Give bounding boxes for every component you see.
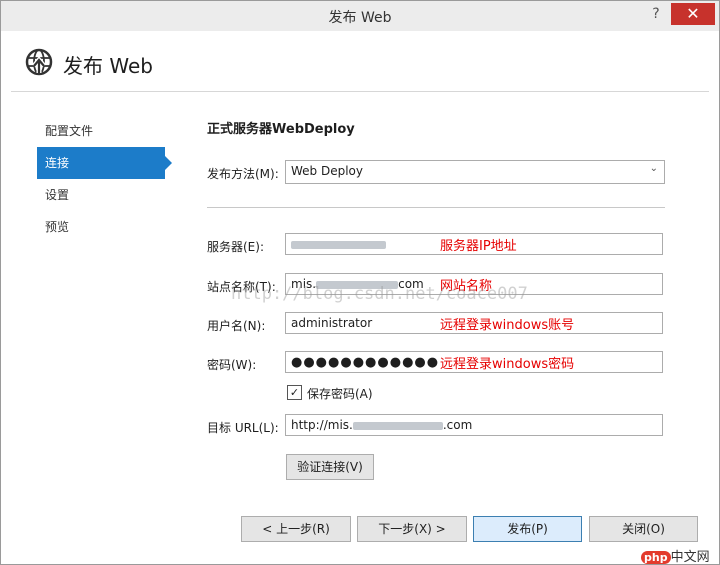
publish-button[interactable]: 发布(P) — [473, 516, 582, 542]
password-input[interactable]: ●●●●●●●●●●●● 远程登录windows密码 — [285, 351, 663, 373]
close-window-button[interactable]: ✕ — [671, 3, 715, 25]
close-button[interactable]: 关闭(O) — [589, 516, 698, 542]
publish-web-dialog: 发布 Web ? ✕ 发布 Web 配置文件 连接 设置 预览 正式服务器Web… — [0, 0, 720, 565]
server-input[interactable]: 服务器IP地址 — [285, 233, 663, 255]
target-url-label: 目标 URL(L): — [207, 421, 279, 435]
sidebar-item-connection[interactable]: 连接 — [37, 147, 172, 179]
title-bar: 发布 Web ? ✕ — [1, 1, 719, 31]
target-url-input[interactable]: http://mis. .com — [285, 414, 663, 436]
header-title: 发布 Web — [63, 54, 153, 78]
username-value: administrator — [291, 316, 373, 330]
save-password-checkbox[interactable]: ✓ — [287, 385, 302, 400]
chevron-down-icon: ⌄ — [649, 163, 658, 174]
password-value: ●●●●●●●●●●●● — [291, 355, 440, 370]
globe-publish-icon — [25, 48, 53, 76]
username-label: 用户名(N): — [207, 319, 266, 333]
redacted-target-url — [352, 421, 443, 430]
validate-connection-button[interactable]: 验证连接(V) — [286, 454, 374, 480]
target-url-suffix: .com — [442, 418, 473, 432]
sidebar-item-preview[interactable]: 预览 — [37, 211, 177, 243]
help-button[interactable]: ? — [647, 6, 665, 24]
section-title: 正式服务器WebDeploy — [207, 122, 355, 137]
watermark-text: http://blog.csdn.net/coace007 — [231, 284, 528, 304]
password-annotation: 远程登录windows密码 — [440, 357, 575, 372]
next-button[interactable]: 下一步(X) > — [357, 516, 467, 542]
redacted-server-ip — [291, 240, 386, 249]
save-password-label[interactable]: 保存密码(A) — [307, 385, 373, 402]
logo-badge: php — [641, 551, 671, 564]
password-label: 密码(W): — [207, 358, 257, 372]
sidebar-item-settings[interactable]: 设置 — [37, 179, 177, 211]
server-label: 服务器(E): — [207, 240, 264, 254]
username-input[interactable]: administrator 远程登录windows账号 — [285, 312, 663, 334]
site-logo: php 中文网 — [641, 546, 710, 565]
divider — [207, 207, 665, 208]
username-annotation: 远程登录windows账号 — [440, 318, 575, 333]
publish-method-value: Web Deploy — [291, 164, 363, 178]
target-url-prefix: http://mis. — [291, 418, 353, 432]
previous-button[interactable]: < 上一步(R) — [241, 516, 351, 542]
sidebar-nav: 配置文件 连接 设置 预览 — [37, 115, 177, 243]
publish-method-select[interactable]: Web Deploy ⌄ — [285, 160, 665, 184]
window-title: 发布 Web — [328, 10, 392, 26]
server-annotation: 服务器IP地址 — [440, 239, 517, 254]
publish-method-label: 发布方法(M): — [207, 167, 279, 181]
sidebar-item-profile[interactable]: 配置文件 — [37, 115, 177, 147]
dialog-header: 发布 Web — [11, 33, 709, 92]
logo-text: 中文网 — [670, 550, 710, 565]
